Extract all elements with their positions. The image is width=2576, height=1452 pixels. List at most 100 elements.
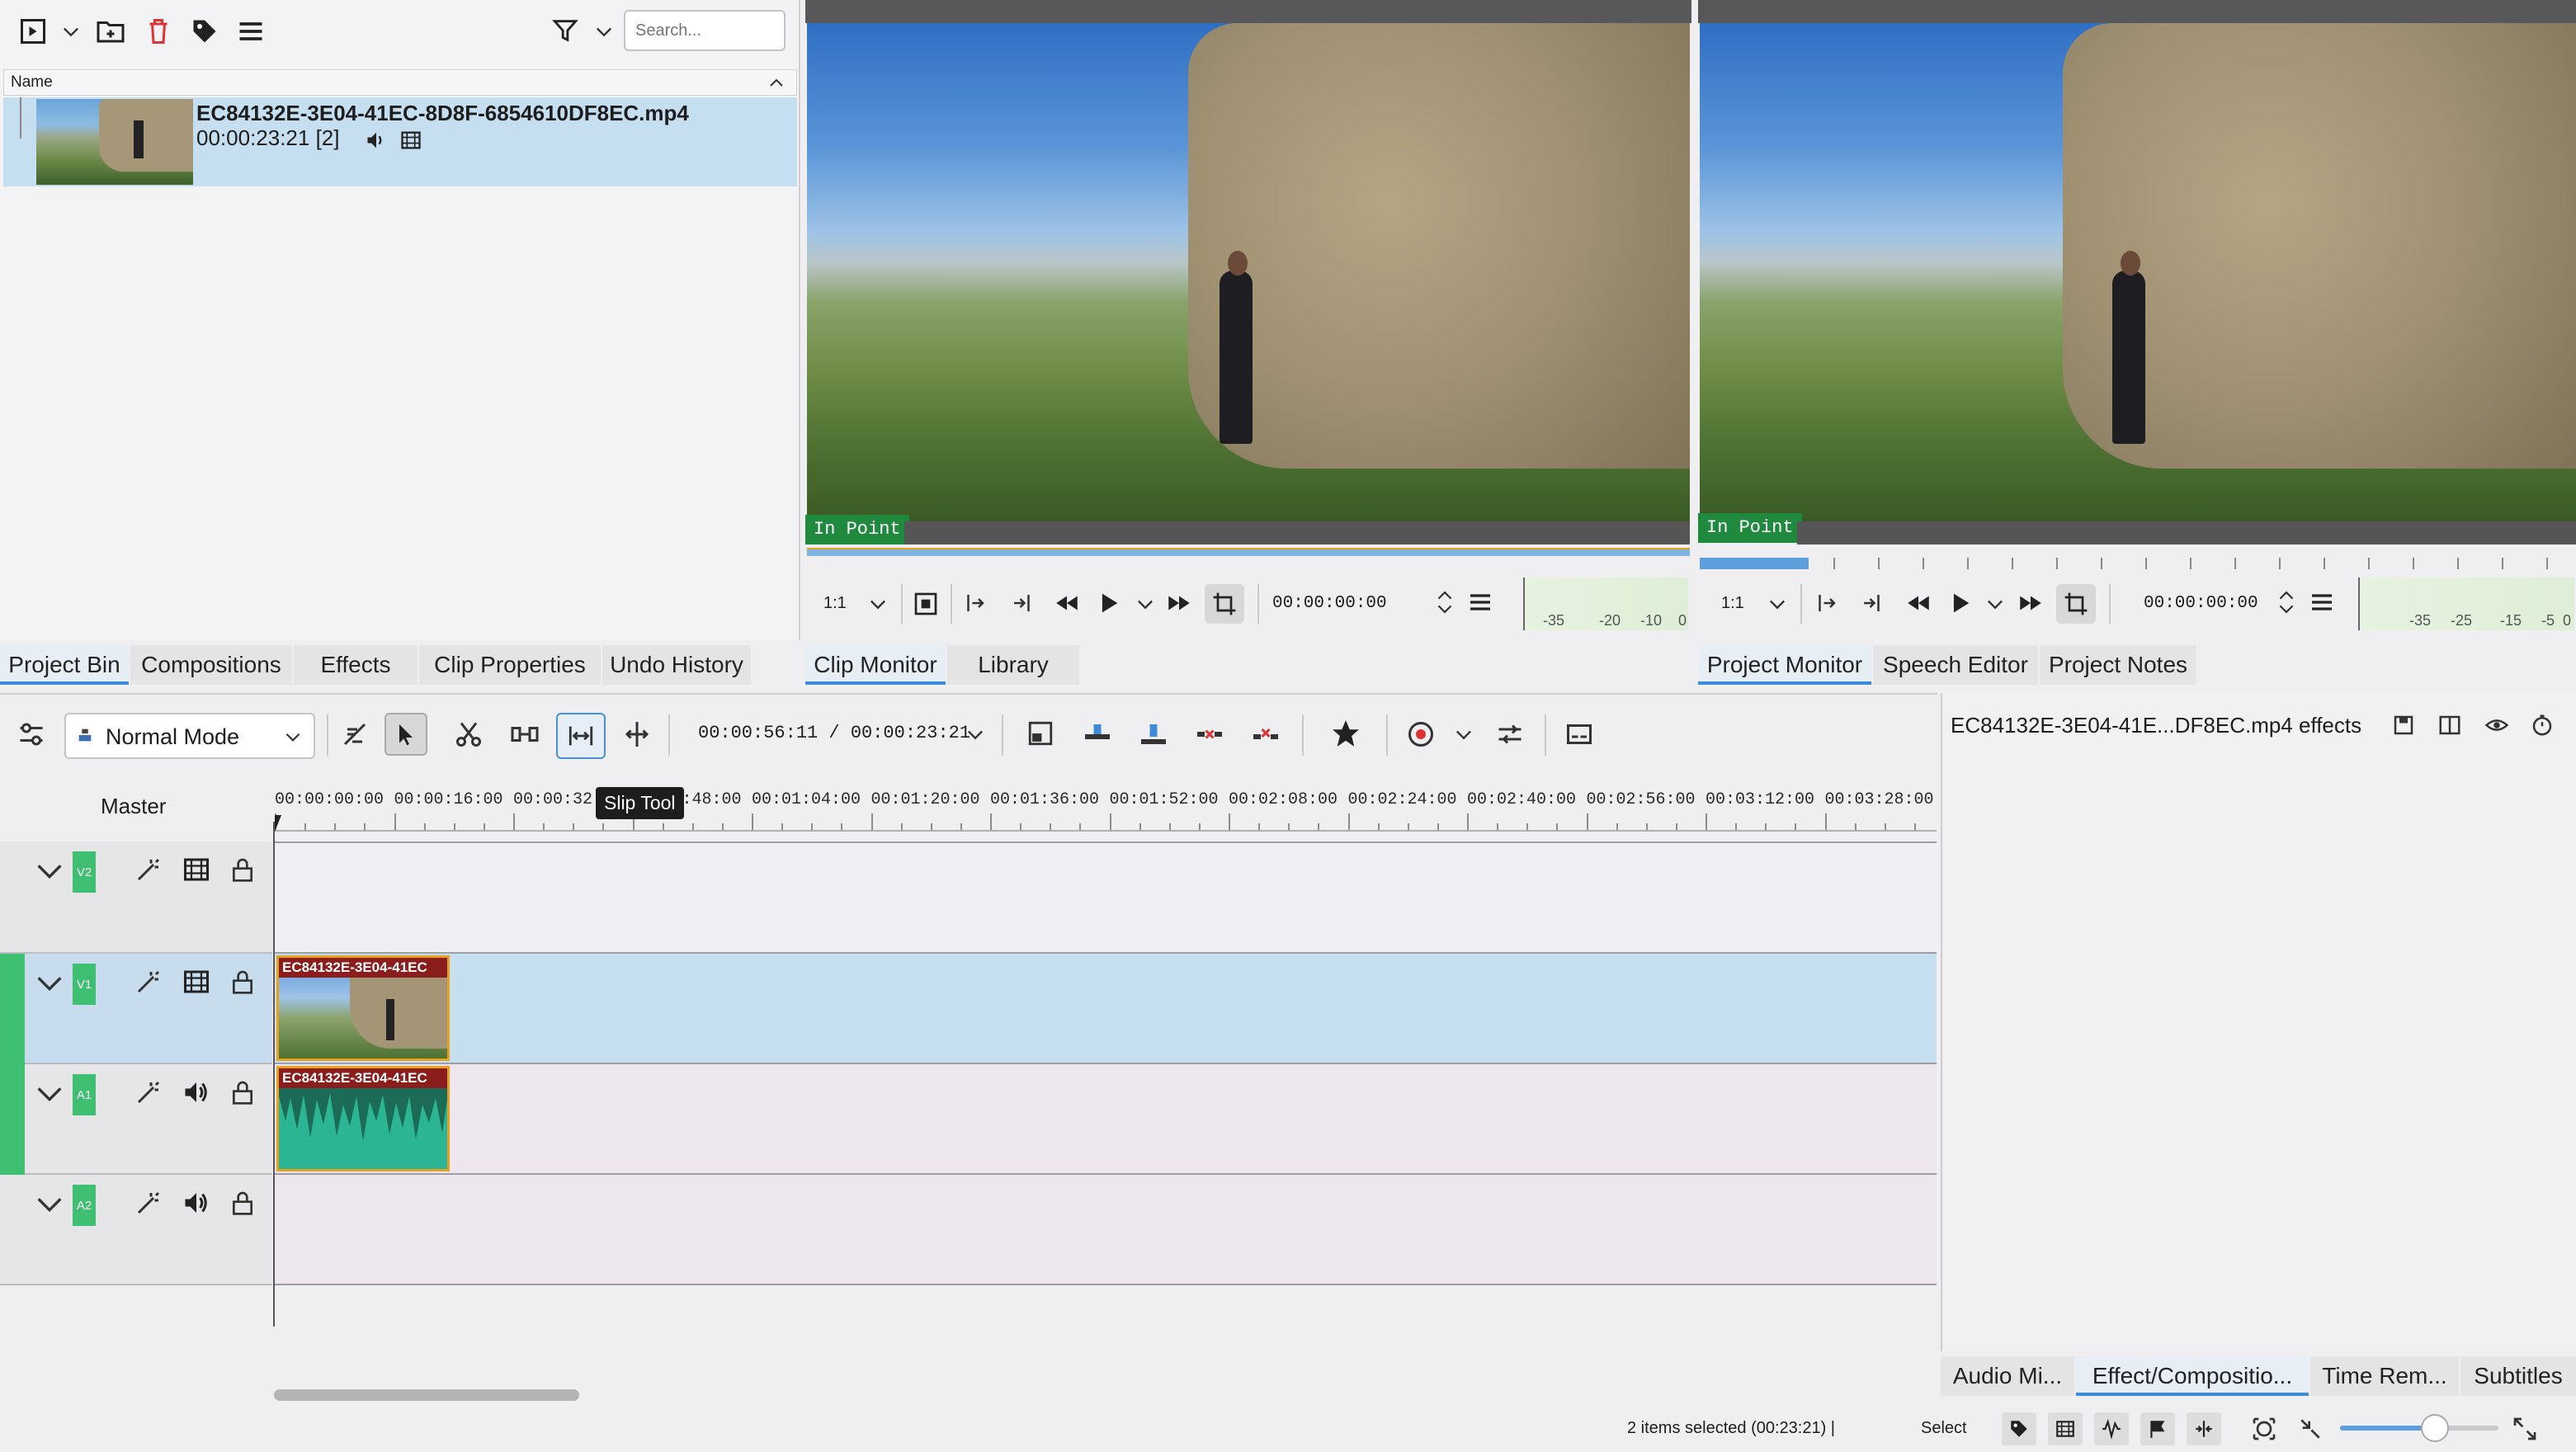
play-icon[interactable] xyxy=(1946,589,1974,617)
play-chevron-icon[interactable] xyxy=(1984,592,2007,615)
clip-monitor-ruler[interactable] xyxy=(904,521,1690,544)
bin-column-header[interactable]: Name xyxy=(3,69,797,96)
chevron-down-icon[interactable] xyxy=(59,20,83,43)
zoom-fit-icon[interactable] xyxy=(2251,1416,2277,1442)
selection-tool-icon[interactable] xyxy=(385,713,427,756)
track-v2[interactable] xyxy=(275,842,1937,954)
track-header-v2[interactable]: V2 xyxy=(0,842,272,954)
play-chevron-icon[interactable] xyxy=(1134,592,1157,615)
zoom-out-icon[interactable] xyxy=(2297,1416,2324,1442)
slip-tool-icon[interactable] xyxy=(556,713,606,759)
subtitle-track-icon[interactable] xyxy=(1564,719,1594,749)
mixer-settings-icon[interactable] xyxy=(1495,719,1525,749)
collapse-chevron-icon[interactable] xyxy=(33,967,66,1000)
sort-up-icon[interactable] xyxy=(767,73,786,93)
rewind-icon[interactable] xyxy=(1053,589,1081,617)
tag-filter-icon[interactable] xyxy=(2002,1412,2036,1445)
add-clip-icon[interactable] xyxy=(18,16,48,46)
timeline-timecode[interactable]: 00:00:56:11 / 00:00:23:21 xyxy=(698,723,970,743)
clip-monitor-video[interactable] xyxy=(807,23,1690,521)
insert-icon[interactable] xyxy=(1083,719,1112,749)
tab-effects[interactable]: Effects xyxy=(294,645,418,685)
project-timecode[interactable]: 00:00:00:00 xyxy=(2144,594,2258,613)
bin-clip-row[interactable]: EC84132E-3E04-41EC-8D8F-6854610DF8EC.mp4… xyxy=(3,97,797,186)
markers-icon[interactable] xyxy=(2140,1412,2175,1445)
snap-icon[interactable] xyxy=(2187,1412,2221,1445)
track-v1[interactable]: EC84132E-3E04-41EC xyxy=(275,954,1937,1064)
filter-chevron-icon[interactable] xyxy=(592,20,616,43)
tab-clip-monitor[interactable]: Clip Monitor xyxy=(805,645,946,685)
speaker-icon[interactable] xyxy=(182,1188,211,1218)
track-name-badge[interactable]: V2 xyxy=(73,851,96,893)
collapse-chevron-icon[interactable] xyxy=(33,855,66,888)
fit-zoom-icon[interactable] xyxy=(1026,719,1054,747)
menu-icon[interactable] xyxy=(236,16,266,46)
audio-waveform-toggle-icon[interactable] xyxy=(2094,1412,2129,1445)
zoom-slider-handle[interactable] xyxy=(2421,1414,2449,1442)
clip-zoom-label[interactable]: 1:1 xyxy=(823,594,847,613)
video-clip[interactable]: EC84132E-3E04-41EC xyxy=(276,955,450,1061)
effects-wand-icon[interactable] xyxy=(134,1077,163,1107)
record-chevron-icon[interactable] xyxy=(1452,723,1475,746)
effects-wand-icon[interactable] xyxy=(134,1188,163,1218)
forward-icon[interactable] xyxy=(2017,589,2045,617)
zoom-chevron-icon[interactable] xyxy=(1766,592,1789,615)
timer-icon[interactable] xyxy=(2530,713,2555,738)
split-compare-icon[interactable] xyxy=(2437,713,2462,738)
tab-audio-mixer[interactable]: Audio Mi... xyxy=(1941,1356,2074,1396)
add-folder-icon[interactable] xyxy=(96,16,125,46)
record-icon[interactable] xyxy=(1406,719,1436,749)
tab-compositions[interactable]: Compositions xyxy=(130,645,292,685)
timeline-settings-icon[interactable] xyxy=(17,719,46,749)
favorite-star-icon[interactable] xyxy=(1330,718,1361,749)
tab-effect-composition[interactable]: Effect/Compositio... xyxy=(2076,1356,2309,1396)
rewind-icon[interactable] xyxy=(1904,589,1932,617)
eye-icon[interactable] xyxy=(2484,713,2510,738)
crop-icon[interactable] xyxy=(2056,584,2096,624)
lock-icon[interactable] xyxy=(229,1077,256,1107)
clip-timecode[interactable]: 00:00:00:00 xyxy=(1272,594,1387,613)
track-header-v1[interactable]: V1 xyxy=(0,954,272,1064)
tab-project-bin[interactable]: Project Bin xyxy=(0,645,129,685)
timecode-chevron-icon[interactable] xyxy=(964,723,987,746)
zoom-in-icon[interactable] xyxy=(2512,1416,2538,1442)
tab-project-monitor[interactable]: Project Monitor xyxy=(1698,645,1871,685)
audio-clip[interactable]: EC84132E-3E04-41EC xyxy=(276,1066,450,1172)
set-in-icon[interactable] xyxy=(962,591,987,615)
track-a2[interactable] xyxy=(275,1175,1937,1285)
lock-icon[interactable] xyxy=(229,1188,256,1218)
delete-icon[interactable] xyxy=(144,16,173,46)
filter-icon[interactable] xyxy=(551,16,579,45)
tab-undo-history[interactable]: Undo History xyxy=(602,645,751,685)
timecode-spin-icon[interactable] xyxy=(2276,586,2297,619)
razor-tool-icon[interactable] xyxy=(454,719,484,749)
forward-icon[interactable] xyxy=(1165,589,1193,617)
speaker-icon[interactable] xyxy=(182,1077,211,1107)
spacer-tool-icon[interactable] xyxy=(510,719,540,749)
playhead-marker[interactable] xyxy=(275,815,288,832)
collapse-chevron-icon[interactable] xyxy=(33,1188,66,1221)
tab-library[interactable]: Library xyxy=(947,645,1079,685)
project-monitor-video[interactable] xyxy=(1700,23,2576,521)
set-in-icon[interactable] xyxy=(1814,591,1838,615)
save-stack-icon[interactable] xyxy=(2391,713,2416,738)
tag-icon[interactable] xyxy=(190,16,219,46)
play-icon[interactable] xyxy=(1094,589,1122,617)
project-menu-icon[interactable] xyxy=(2309,589,2335,615)
crop-icon[interactable] xyxy=(1205,584,1244,624)
lock-icon[interactable] xyxy=(229,855,256,884)
clip-monitor-position-bar[interactable] xyxy=(807,548,1690,556)
tab-subtitles[interactable]: Subtitles xyxy=(2460,1356,2576,1396)
thumbnail-toggle-icon[interactable] xyxy=(2048,1412,2083,1445)
project-zoom-label[interactable]: 1:1 xyxy=(1721,594,1744,613)
multicam-tool-icon[interactable] xyxy=(622,719,652,749)
timeline-horizontal-scrollbar[interactable] xyxy=(274,1389,579,1401)
track-name-badge[interactable]: A1 xyxy=(73,1074,96,1115)
project-monitor-position-bar[interactable] xyxy=(1700,558,2576,569)
lock-icon[interactable] xyxy=(229,967,256,997)
timeline-ruler[interactable]: 00:00:00:00 00:00:16:00 00:00:32:00 00:00:4… xyxy=(275,772,1937,838)
video-track-icon[interactable] xyxy=(182,855,211,884)
safe-zone-icon[interactable] xyxy=(913,591,939,617)
clip-menu-icon[interactable] xyxy=(1467,589,1493,615)
effects-wand-icon[interactable] xyxy=(134,967,163,997)
